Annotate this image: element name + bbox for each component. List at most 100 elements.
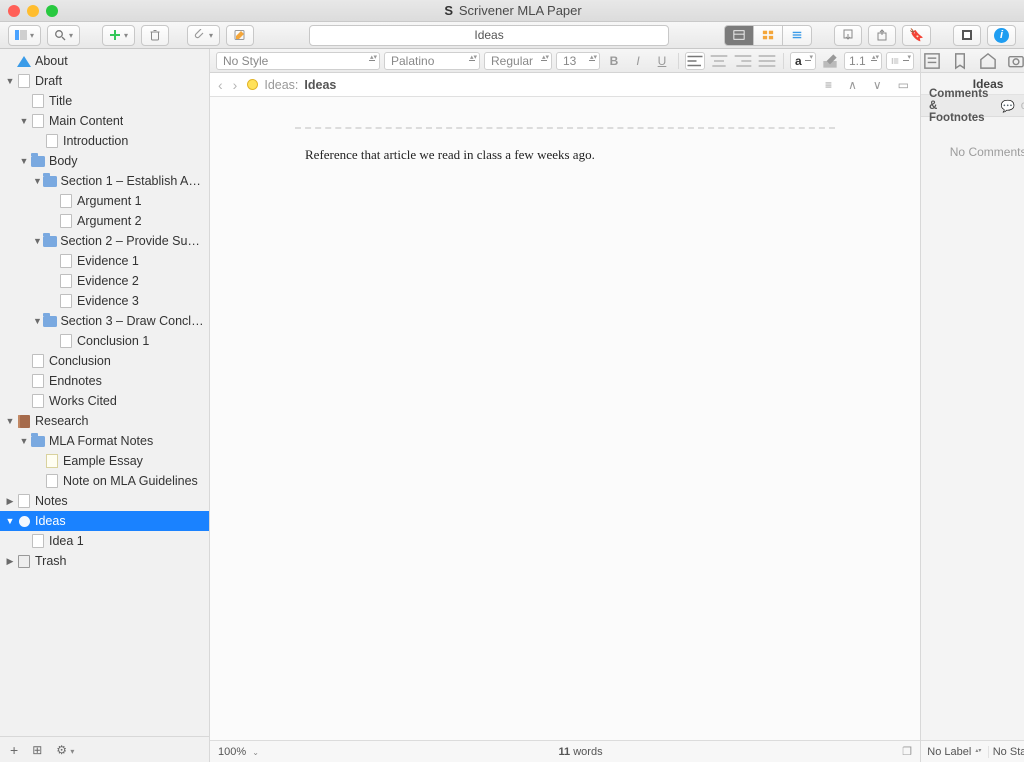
- metadata-tab[interactable]: [978, 52, 998, 70]
- binder-item[interactable]: ▼Draft: [0, 71, 209, 91]
- corkboard-mode-button[interactable]: [753, 25, 783, 46]
- bookmark-toolbar-button[interactable]: 🔖: [902, 25, 931, 46]
- underline-button[interactable]: U: [652, 52, 672, 70]
- style-select[interactable]: No Style▴▾: [216, 52, 380, 70]
- binder-item[interactable]: ▼Section 3 – Draw Conclusi…: [0, 311, 209, 331]
- header-menu-icon[interactable]: ≡: [822, 78, 835, 92]
- add-button[interactable]: ▾: [102, 25, 135, 46]
- bold-button[interactable]: B: [604, 52, 624, 70]
- chevron-down-icon: ▾: [30, 31, 34, 40]
- label-select[interactable]: No Label▴▾: [921, 746, 988, 758]
- scrivenings-mode-button[interactable]: [724, 25, 754, 46]
- binder-item[interactable]: ▼Section 1 – Establish Argu…: [0, 171, 209, 191]
- trash-button[interactable]: [141, 25, 169, 46]
- align-left-button[interactable]: [685, 52, 705, 70]
- binder-item[interactable]: Title: [0, 91, 209, 111]
- binder-item[interactable]: ▶Trash: [0, 551, 209, 571]
- binder-item[interactable]: ▼Section 2 – Provide Suppo…: [0, 231, 209, 251]
- doc-icon: [30, 354, 46, 368]
- highlight-button[interactable]: [820, 52, 840, 70]
- document-path[interactable]: Ideas: Ideas: [247, 78, 336, 92]
- binder-item[interactable]: ▼MLA Format Notes: [0, 431, 209, 451]
- attachment-button[interactable]: ▾: [187, 25, 220, 46]
- disclosure-icon[interactable]: ▼: [4, 416, 16, 426]
- binder-item[interactable]: ▼Ideas: [0, 511, 209, 531]
- format-bar: No Style▴▾ Palatino▴▾ Regular▴▾ 13▴▾ B I…: [210, 49, 920, 73]
- compose-button[interactable]: [226, 25, 254, 46]
- split-view-button[interactable]: ▭: [895, 78, 912, 92]
- word-count[interactable]: 11 words: [559, 746, 603, 758]
- notes-tab[interactable]: [922, 52, 942, 70]
- binder-item[interactable]: ▼Body: [0, 151, 209, 171]
- align-right-button[interactable]: [733, 52, 753, 70]
- nav-back-button[interactable]: ‹: [218, 77, 223, 93]
- binder-tree[interactable]: About ▼DraftTitle▼Main ContentIntroductio…: [0, 49, 209, 736]
- binder-item[interactable]: Introduction: [0, 131, 209, 151]
- zoom-level[interactable]: 100% ⌄: [218, 746, 259, 758]
- disclosure-icon[interactable]: ▼: [32, 316, 43, 326]
- disclosure-icon[interactable]: ▼: [18, 436, 30, 446]
- font-size-select[interactable]: 13▴▾: [556, 52, 600, 70]
- binder-item[interactable]: ▼Main Content: [0, 111, 209, 131]
- search-button[interactable]: ▾: [47, 25, 80, 46]
- snapshots-tab[interactable]: [1006, 52, 1024, 70]
- italic-button[interactable]: I: [628, 52, 648, 70]
- binder-item-label: Evidence 3: [77, 294, 139, 308]
- align-center-button[interactable]: [709, 52, 729, 70]
- bulb-icon: [247, 79, 258, 90]
- font-select[interactable]: Palatino▴▾: [384, 52, 480, 70]
- binder-item[interactable]: ▼Research: [0, 411, 209, 431]
- comments-header[interactable]: Comments & Footnotes 💬 cf —: [921, 95, 1024, 117]
- binder-item[interactable]: Evidence 3: [0, 291, 209, 311]
- doc-icon: [30, 114, 46, 128]
- add-folder-button[interactable]: ⊞: [32, 743, 42, 757]
- quick-ref-button[interactable]: ❐: [902, 745, 912, 758]
- binder-item[interactable]: Endnotes: [0, 371, 209, 391]
- disclosure-icon[interactable]: ▶: [4, 556, 16, 567]
- editor-text[interactable]: Reference that article we read in class …: [295, 147, 835, 163]
- outliner-mode-button[interactable]: [782, 25, 812, 46]
- disclosure-icon[interactable]: ▼: [4, 76, 16, 86]
- fullscreen-button[interactable]: [953, 25, 981, 46]
- view-button[interactable]: ▾: [8, 25, 41, 46]
- binder-options-button[interactable]: ⚙︎ ▾: [56, 743, 74, 757]
- binder-item[interactable]: Conclusion: [0, 351, 209, 371]
- binder-item[interactable]: Idea 1: [0, 531, 209, 551]
- binder-item[interactable]: Evidence 2: [0, 271, 209, 291]
- section-break-icon: [295, 127, 835, 129]
- bookmarks-tab[interactable]: [950, 52, 970, 70]
- line-spacing-select[interactable]: 1.1▴▾: [844, 52, 882, 70]
- align-justify-button[interactable]: [757, 52, 777, 70]
- binder-item[interactable]: Argument 2: [0, 211, 209, 231]
- text-color-button[interactable]: a▾: [790, 52, 816, 70]
- list-select[interactable]: ▾: [886, 52, 914, 70]
- status-select[interactable]: No Status▴▾: [988, 746, 1024, 758]
- disclosure-icon[interactable]: ▼: [4, 516, 16, 526]
- binder-item[interactable]: Evidence 1: [0, 251, 209, 271]
- share-button[interactable]: [868, 25, 896, 46]
- binder-item[interactable]: Note on MLA Guidelines: [0, 471, 209, 491]
- disclosure-icon[interactable]: ▼: [32, 176, 43, 186]
- compile-button[interactable]: [834, 25, 862, 46]
- disclosure-icon[interactable]: ▶: [4, 496, 16, 507]
- next-doc-button[interactable]: ∨: [870, 78, 885, 92]
- disclosure-icon[interactable]: ▼: [18, 156, 30, 166]
- binder-item-label: About: [35, 54, 68, 68]
- nav-forward-button[interactable]: ›: [233, 77, 238, 93]
- binder-item[interactable]: Argument 1: [0, 191, 209, 211]
- binder-item[interactable]: Eample Essay: [0, 451, 209, 471]
- binder-item[interactable]: About: [0, 51, 209, 71]
- disclosure-icon[interactable]: ▼: [32, 236, 43, 246]
- font-weight-select[interactable]: Regular▴▾: [484, 52, 552, 70]
- binder-item[interactable]: ▶Notes: [0, 491, 209, 511]
- add-item-button[interactable]: +: [10, 742, 18, 758]
- info-button[interactable]: i: [987, 25, 1016, 46]
- binder-item[interactable]: Works Cited: [0, 391, 209, 411]
- doc-icon: [16, 494, 32, 508]
- document-title-field[interactable]: Ideas: [309, 25, 669, 46]
- prev-doc-button[interactable]: ∧: [845, 78, 860, 92]
- binder-item-label: Conclusion 1: [77, 334, 149, 348]
- disclosure-icon[interactable]: ▼: [18, 116, 30, 126]
- binder-item[interactable]: Conclusion 1: [0, 331, 209, 351]
- editor-page[interactable]: Reference that article we read in class …: [210, 97, 920, 740]
